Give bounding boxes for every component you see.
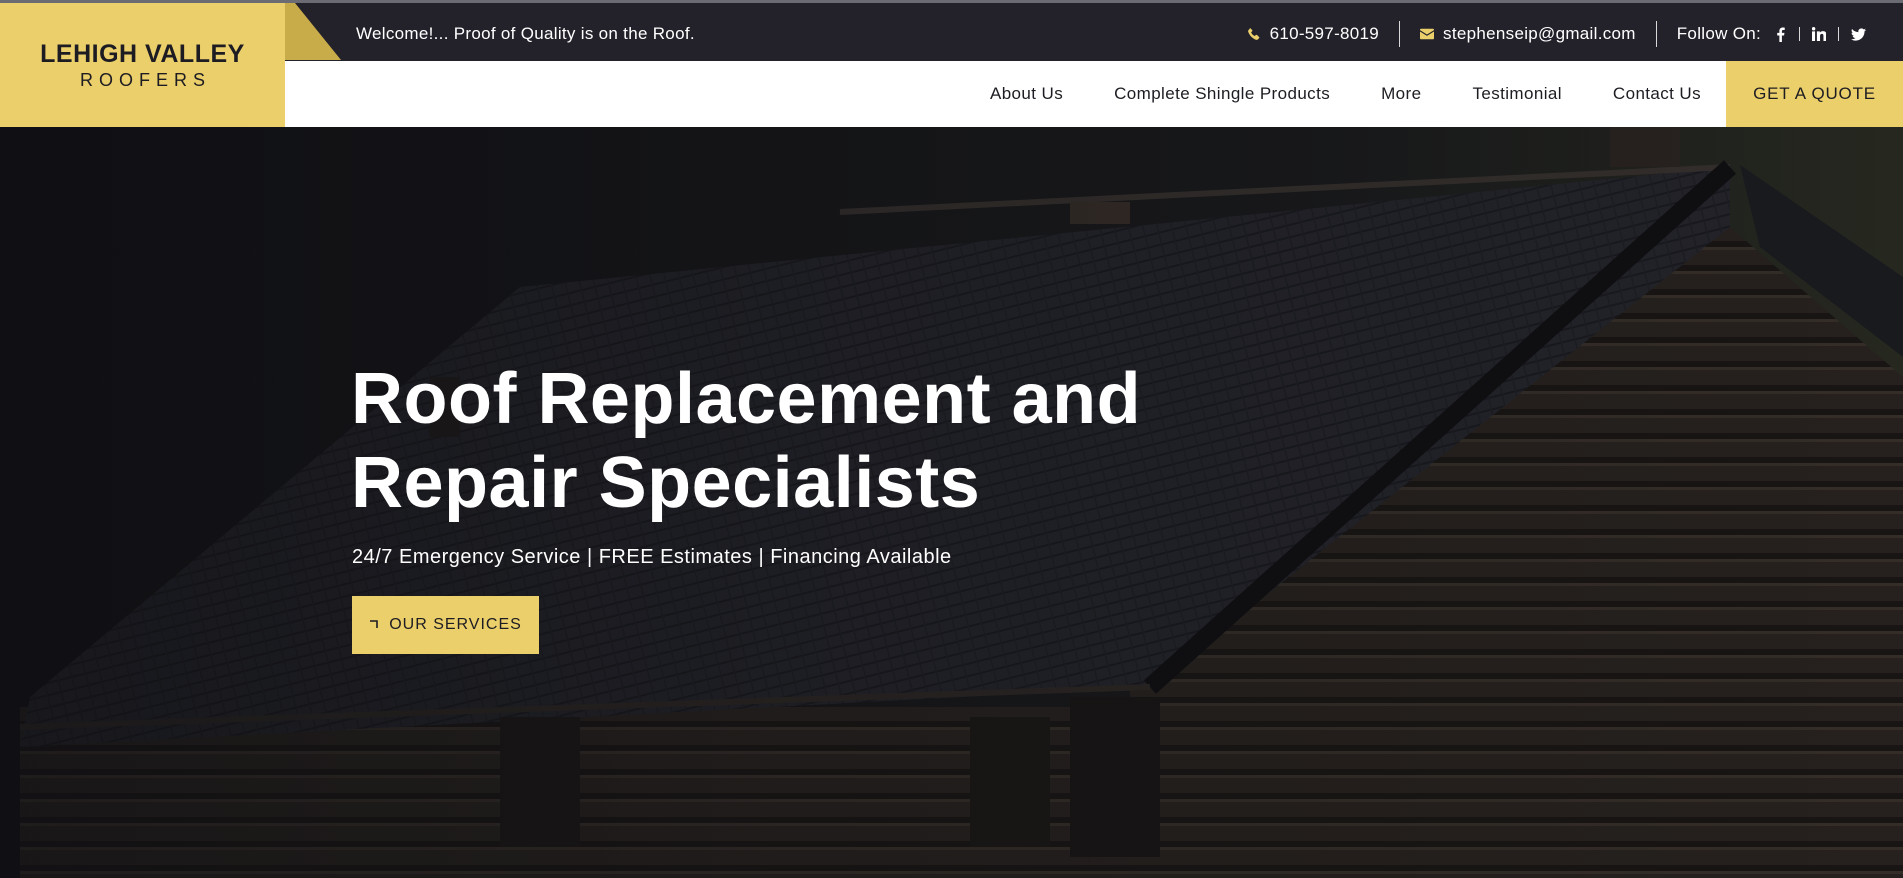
nav-contact-us[interactable]: Contact Us [1613, 84, 1701, 104]
get-a-quote-button[interactable]: GET A QUOTE [1726, 61, 1903, 127]
social-follow: Follow On: [1677, 24, 1867, 44]
linkedin-icon[interactable] [1810, 25, 1828, 43]
follow-label: Follow On: [1676, 24, 1761, 43]
our-services-button[interactable]: OUR SERVICES [352, 596, 539, 654]
email-address: stephenseip@gmail.com [1443, 24, 1636, 43]
top-contact-group: 610-597-8019 stephenseip@gmail.com Follo… [1247, 19, 1867, 49]
email-link[interactable]: stephenseip@gmail.com [1420, 24, 1636, 44]
nav-complete-shingle-products[interactable]: Complete Shingle Products [1114, 84, 1330, 104]
main-navigation: About Us Complete Shingle Products More … [285, 61, 1903, 127]
hero-title: Roof Replacement and Repair Specialists [351, 357, 1251, 525]
corner-arrow-icon [369, 616, 379, 634]
logo-slant-decoration [285, 3, 341, 60]
divider [1838, 27, 1839, 41]
hero-title-line-2: Repair Specialists [351, 443, 981, 523]
divider [1399, 21, 1401, 47]
phone-link[interactable]: 610-597-8019 [1247, 24, 1379, 44]
hero-subtitle: 24/7 Emergency Service | FREE Estimates … [352, 546, 952, 568]
divider [1655, 21, 1657, 47]
logo-main-text: LEHIGH VALLEY [40, 39, 245, 68]
facebook-icon[interactable] [1771, 25, 1789, 43]
hero-title-line-1: Roof Replacement and [351, 359, 1142, 439]
divider [1799, 27, 1800, 41]
nav-about-us[interactable]: About Us [990, 84, 1063, 104]
our-services-label: OUR SERVICES [389, 616, 522, 633]
nav-more[interactable]: More [1381, 84, 1421, 104]
hero-section: Roof Replacement and Repair Specialists … [0, 127, 1903, 878]
twitter-icon[interactable] [1849, 25, 1867, 43]
logo-sub-text: ROOFERS [79, 69, 211, 90]
phone-number: 610-597-8019 [1269, 24, 1380, 43]
site-logo[interactable]: LEHIGH VALLEY ROOFERS [0, 3, 285, 127]
welcome-message: Welcome!... Proof of Quality is on the R… [356, 24, 695, 43]
nav-testimonial[interactable]: Testimonial [1472, 84, 1561, 104]
envelope-icon [1420, 28, 1435, 40]
phone-icon [1247, 27, 1261, 41]
